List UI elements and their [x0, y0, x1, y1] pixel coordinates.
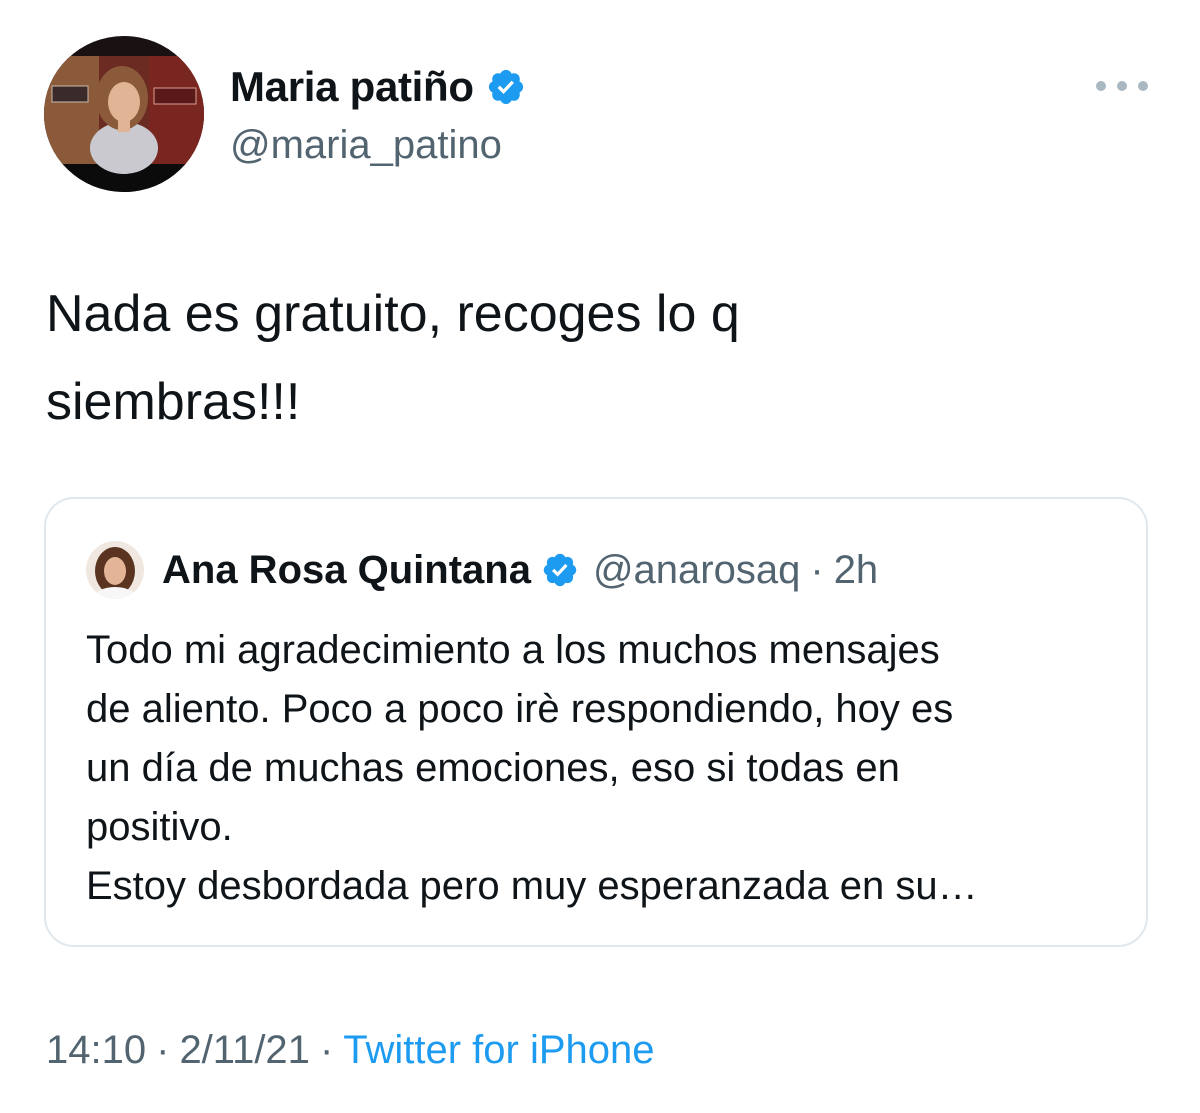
avatar-photo — [44, 36, 204, 192]
verified-badge-icon — [541, 551, 579, 589]
author-avatar[interactable] — [44, 36, 204, 192]
tweet-detail: Maria patiño @maria_patino Nada es gratu… — [0, 0, 1200, 1113]
quoted-tweet-header: Ana Rosa Quintana @anarosaq · 2h — [162, 545, 878, 595]
more-dot — [1138, 81, 1148, 91]
more-options-icon[interactable] — [1096, 72, 1148, 100]
meta-separator: · — [156, 1028, 170, 1072]
quoted-author-avatar — [86, 541, 144, 599]
quoted-separator: · — [810, 548, 824, 592]
meta-separator: · — [319, 1028, 334, 1072]
quoted-author-name: Ana Rosa Quintana — [162, 548, 531, 592]
tweet-time[interactable]: 14:10 — [46, 1022, 146, 1078]
author-name-row[interactable]: Maria patiño — [230, 62, 526, 112]
quoted-tweet-card[interactable]: Ana Rosa Quintana @anarosaq · 2h Todo mi… — [44, 497, 1148, 947]
quoted-avatar-photo — [86, 541, 144, 599]
author-handle[interactable]: @maria_patino — [230, 120, 502, 170]
more-dot — [1117, 81, 1127, 91]
verified-badge-icon — [486, 67, 526, 107]
tweet-source-link[interactable]: Twitter for iPhone — [343, 1022, 654, 1078]
tweet-date[interactable]: 2/11/21 — [179, 1022, 310, 1078]
tweet-text: Nada es gratuito, recoges lo q siembras!… — [46, 285, 740, 431]
quoted-timestamp: 2h — [833, 548, 879, 592]
tweet-meta: 14:10 · 2/11/21 · Twitter for iPhone — [46, 1022, 655, 1078]
quoted-tweet-text: Todo mi agradecimiento a los muchos mens… — [86, 628, 978, 908]
more-dot — [1096, 81, 1106, 91]
quoted-author-handle: @anarosaq — [592, 548, 801, 592]
author-name[interactable]: Maria patiño — [230, 62, 474, 112]
